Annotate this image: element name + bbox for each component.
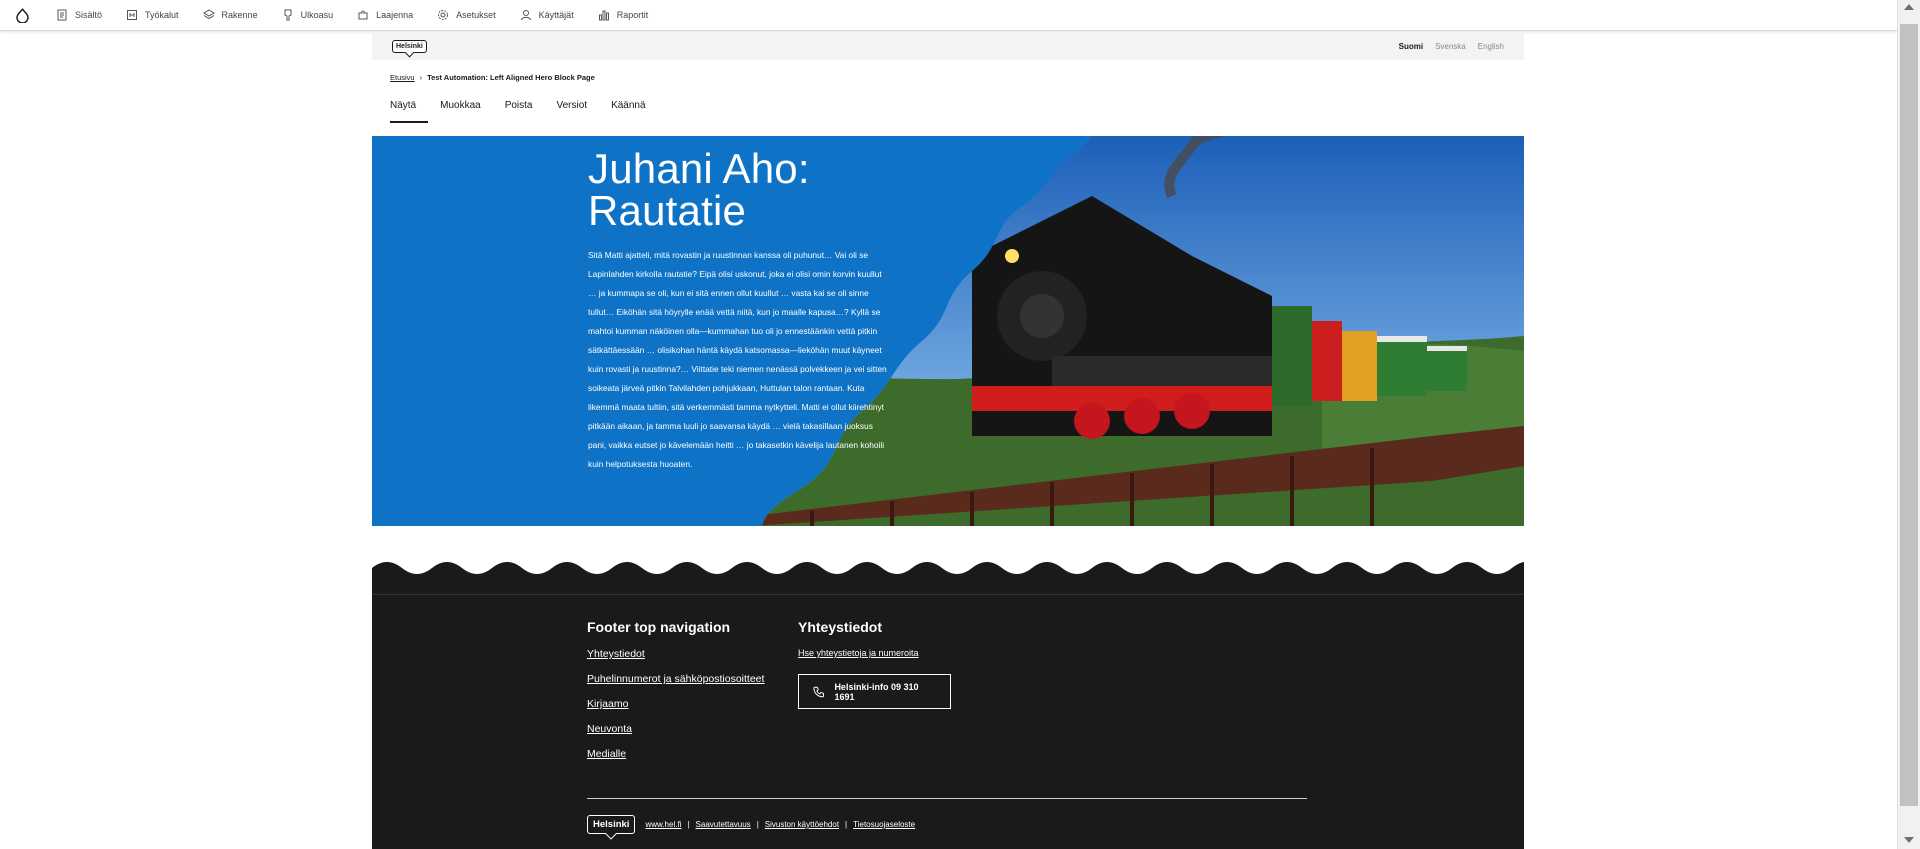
toolbar-item-users[interactable]: Käyttäjät	[508, 0, 586, 31]
phone-button[interactable]: Helsinki-info 09 310 1691	[798, 674, 951, 709]
local-tasks-tabs: Näytä Muokkaa Poista Versiot Käännä	[390, 100, 670, 123]
footer-link-accessibility[interactable]: Saavutettavuus	[696, 820, 751, 829]
footer-divider	[587, 798, 1307, 799]
phone-icon	[813, 686, 824, 697]
language-swedish[interactable]: Svenska	[1435, 42, 1466, 51]
footer-link-terms[interactable]: Sivuston käyttöehdot	[765, 820, 839, 829]
toolbar-item-settings[interactable]: Asetukset	[425, 0, 508, 31]
toolbar-item-label: Työkalut	[145, 10, 179, 20]
footer-contact-title: Yhteystiedot	[798, 619, 883, 635]
tab-delete[interactable]: Poista	[505, 100, 545, 123]
tab-revisions[interactable]: Versiot	[557, 100, 600, 123]
puzzle-icon	[358, 10, 368, 20]
paint-icon	[284, 9, 292, 21]
toolbar-item-label: Ulkoasu	[300, 10, 334, 20]
hero-train-image	[762, 136, 1524, 526]
hero-title-line2: Rautatie	[588, 187, 747, 234]
toolbar-item-appearance[interactable]: Ulkoasu	[270, 0, 346, 31]
tab-translate[interactable]: Käännä	[611, 100, 657, 123]
helsinki-footer-logo[interactable]: Helsinki	[587, 815, 636, 834]
toolbar-item-label: Rakenne	[221, 10, 258, 20]
user-icon	[520, 10, 531, 21]
scroll-thumb[interactable]	[1900, 24, 1918, 806]
footer-nav-links: Yhteystiedot Puhelinnumerot ja sähköpost…	[587, 648, 764, 760]
language-switcher: Suomi Svenska English	[1399, 42, 1504, 51]
footer-contact-link[interactable]: Hse yhteystietoja ja numeroita	[798, 648, 919, 658]
site-header: Helsinki Suomi Svenska English	[372, 33, 1524, 60]
breadcrumb-separator-icon: ›	[419, 73, 423, 82]
footer-link-phone-numbers[interactable]: Puhelinnumerot ja sähköpostiosoitteet	[587, 673, 764, 685]
toolbar-item-reports[interactable]: Raportit	[586, 0, 661, 31]
footer-separator: |	[845, 820, 848, 829]
toolbar-item-label: Asetukset	[456, 10, 496, 20]
footer-link-advice[interactable]: Neuvonta	[587, 723, 764, 735]
language-finnish[interactable]: Suomi	[1399, 42, 1423, 51]
toolbar-item-structure[interactable]: Rakenne	[191, 0, 270, 31]
toolbar-item-label: Sisältö	[75, 10, 103, 20]
hero-description: Sitä Matti ajatteli, mitä rovastin ja ru…	[588, 250, 887, 469]
language-english[interactable]: English	[1478, 42, 1504, 51]
hero-title-line1: Juhani Aho:	[588, 145, 810, 192]
site-footer: Footer top navigation Yhteystiedot Puhel…	[372, 594, 1524, 849]
toolbar-item-label: Käyttäjät	[538, 10, 574, 20]
tab-view[interactable]: Näytä	[390, 100, 429, 123]
hero-title: Juhani Aho: Rautatie	[588, 148, 888, 232]
footer-link-hel-fi[interactable]: www.hel.fi	[645, 820, 681, 829]
footer-link-privacy[interactable]: Tietosuojaseloste	[853, 820, 915, 829]
toolbar-item-content[interactable]: Sisältö	[44, 0, 114, 31]
scrollbar[interactable]	[1897, 0, 1920, 849]
scroll-down-arrow-icon[interactable]	[1904, 837, 1914, 843]
file-icon	[57, 9, 67, 21]
toolbar-item-tools[interactable]: Työkalut	[114, 0, 191, 31]
footer-nav-title: Footer top navigation	[587, 619, 731, 635]
layers-icon	[202, 9, 215, 20]
drupal-logo-icon[interactable]	[0, 7, 44, 23]
scroll-up-arrow-icon[interactable]	[1904, 4, 1914, 10]
hero-content: Juhani Aho: Rautatie Sitä Matti ajatteli…	[588, 148, 888, 474]
tools-icon	[127, 10, 138, 20]
hero-block: Juhani Aho: Rautatie Sitä Matti ajatteli…	[372, 136, 1524, 526]
chart-icon	[598, 10, 609, 21]
footer-link-registry[interactable]: Kirjaamo	[587, 698, 764, 710]
footer-link-media[interactable]: Medialle	[587, 748, 764, 760]
breadcrumb-current: Test Automation: Left Aligned Hero Block…	[427, 73, 595, 82]
breadcrumb-home-link[interactable]: Etusivu	[390, 73, 415, 82]
helsinki-logo[interactable]: Helsinki	[392, 40, 427, 53]
toolbar-item-label: Raportit	[616, 10, 649, 20]
footer-bottom-bar: Helsinki www.hel.fi | Saavutettavuus | S…	[587, 815, 915, 834]
footer-separator: |	[756, 820, 759, 829]
toolbar-item-extend[interactable]: Laajenna	[345, 0, 425, 31]
breadcrumb: Etusivu › Test Automation: Left Aligned …	[390, 73, 595, 82]
tab-edit[interactable]: Muokkaa	[440, 100, 493, 123]
footer-link-contact[interactable]: Yhteystiedot	[587, 648, 764, 660]
phone-button-label: Helsinki-info 09 310 1691	[834, 681, 919, 702]
toolbar-item-label: Laajenna	[376, 10, 414, 20]
gear-icon	[438, 10, 449, 20]
admin-toolbar: Sisältö Työkalut Rakenne Ulkoasu Laajenn…	[0, 0, 1897, 31]
footer-wave-decoration	[372, 562, 1524, 595]
footer-separator: |	[687, 820, 690, 829]
